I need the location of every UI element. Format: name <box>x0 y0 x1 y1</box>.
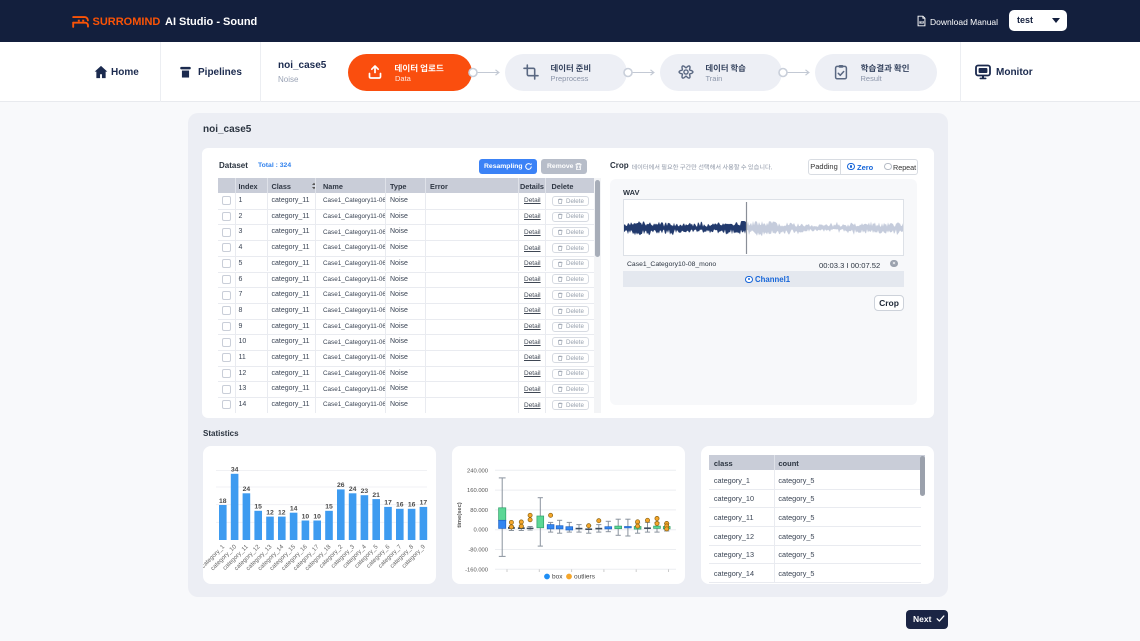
svg-text:240.000: 240.000 <box>467 468 488 474</box>
svg-text:16: 16 <box>408 502 416 509</box>
svg-text:10: 10 <box>313 513 321 520</box>
svg-text:24: 24 <box>349 486 357 493</box>
svg-text:12: 12 <box>278 509 286 516</box>
svg-text:17: 17 <box>420 500 428 507</box>
svg-text:15: 15 <box>325 504 333 511</box>
svg-text:10: 10 <box>302 513 310 520</box>
svg-text:24: 24 <box>243 486 251 493</box>
svg-text:18: 18 <box>219 498 227 505</box>
svg-text:-160.000: -160.000 <box>465 567 488 573</box>
svg-text:box: box <box>552 574 563 581</box>
svg-text:160.000: 160.000 <box>467 488 488 494</box>
svg-text:0.000: 0.000 <box>473 528 488 534</box>
svg-text:time(sec): time(sec) <box>457 502 463 528</box>
svg-text:PDF: PDF <box>919 22 924 24</box>
svg-text:23: 23 <box>361 488 369 495</box>
svg-text:17: 17 <box>384 500 392 507</box>
svg-text:80.000: 80.000 <box>470 508 488 514</box>
svg-text:-80.000: -80.000 <box>468 548 488 554</box>
svg-text:15: 15 <box>254 504 262 511</box>
svg-text:34: 34 <box>231 467 239 474</box>
svg-text:16: 16 <box>396 502 404 509</box>
svg-text:14: 14 <box>290 506 298 513</box>
svg-text:21: 21 <box>372 492 380 499</box>
svg-text:outliers: outliers <box>574 574 596 581</box>
svg-text:26: 26 <box>337 482 345 489</box>
svg-text:12: 12 <box>266 509 274 516</box>
